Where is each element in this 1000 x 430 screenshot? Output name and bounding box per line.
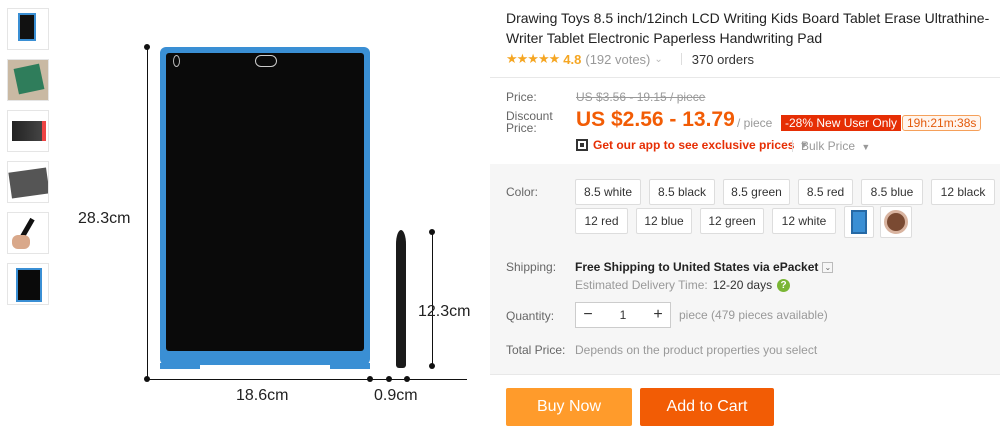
thumbnail-6[interactable] bbox=[7, 263, 49, 305]
quantity-label: Quantity: bbox=[506, 309, 555, 323]
photo-swatch-icon bbox=[884, 210, 908, 234]
quantity-input[interactable] bbox=[600, 303, 646, 327]
color-option[interactable]: 8.5 white bbox=[575, 179, 641, 205]
caret-down-icon: ▼ bbox=[861, 142, 871, 152]
total-price-label: Total Price: bbox=[506, 343, 566, 357]
minus-icon[interactable]: − bbox=[576, 306, 600, 324]
product-detail-panel: Drawing Toys 8.5 inch/12inch LCD Writing… bbox=[490, 0, 1000, 430]
chevron-down-icon: ⌄ bbox=[822, 261, 834, 273]
divider bbox=[490, 374, 1000, 375]
color-option[interactable]: 12 blue bbox=[636, 208, 692, 234]
dimension-dot bbox=[429, 229, 435, 235]
countdown-timer: 19h:21m:38s bbox=[902, 115, 982, 131]
quantity-available: piece (479 pieces available) bbox=[679, 308, 828, 322]
discount-price: US $2.56 - 13.79 bbox=[576, 108, 735, 131]
stylus-pen bbox=[396, 230, 406, 368]
shipping-label: Shipping: bbox=[506, 260, 557, 274]
color-swatch-photo[interactable] bbox=[880, 206, 912, 238]
tablet-foot bbox=[160, 363, 200, 369]
bulk-price-text: Bulk Price bbox=[801, 139, 856, 153]
color-option[interactable]: 8.5 blue bbox=[861, 179, 923, 205]
product-properties: Color: 8.5 white 8.5 black 8.5 green 8.5… bbox=[490, 164, 1000, 374]
star-rating-icon: ★★★★★ bbox=[506, 51, 560, 66]
price-unit: / piece bbox=[737, 116, 773, 130]
chevron-down-icon[interactable]: ⌄ bbox=[654, 54, 662, 65]
divider bbox=[792, 140, 793, 152]
thumbnail-4[interactable] bbox=[7, 161, 49, 203]
dimension-dot bbox=[367, 376, 373, 382]
color-option[interactable]: 12 green bbox=[700, 208, 764, 234]
estimated-delivery: Estimated Delivery Time: 12-20 days ? bbox=[575, 278, 791, 292]
shipping-method-text: Free Shipping to United States via ePack… bbox=[575, 260, 819, 274]
delivery-days: 12-20 days bbox=[712, 278, 773, 292]
color-label: Color: bbox=[506, 185, 539, 199]
qr-code-icon bbox=[576, 139, 588, 151]
rating-score: 4.8 bbox=[563, 51, 582, 67]
discount-price-label: Discount Price: bbox=[506, 109, 553, 135]
pen-length-label: 12.3cm bbox=[418, 303, 471, 320]
thumbnail-gallery bbox=[7, 8, 51, 314]
dimension-dot bbox=[386, 376, 392, 382]
estimated-delivery-label: Estimated Delivery Time: bbox=[575, 278, 708, 292]
width-dimension-line bbox=[147, 379, 467, 380]
total-price-note: Depends on the product properties you se… bbox=[575, 343, 818, 357]
color-option[interactable]: 8.5 red bbox=[798, 179, 853, 205]
tablet-foot bbox=[330, 363, 370, 369]
buy-now-button[interactable]: Buy Now bbox=[506, 388, 632, 426]
color-option[interactable]: 8.5 green bbox=[723, 179, 790, 205]
color-swatch-blue-tablet[interactable] bbox=[844, 206, 874, 238]
price-label: Price: bbox=[506, 90, 537, 104]
tablet-erase-icon bbox=[255, 55, 277, 67]
thumbnail-1[interactable] bbox=[7, 8, 49, 50]
price-section: Price: US $3.56 - 19.15 / piece Discount… bbox=[490, 78, 1000, 164]
divider bbox=[680, 53, 682, 65]
color-option[interactable]: 12 white bbox=[772, 208, 836, 234]
thumbnail-5[interactable] bbox=[7, 212, 49, 254]
orders-count: 370 orders bbox=[691, 51, 754, 67]
original-price: US $3.56 - 19.15 / piece bbox=[576, 90, 706, 104]
tablet-screen bbox=[166, 53, 364, 351]
lcd-tablet bbox=[160, 47, 370, 369]
blue-tablet-icon bbox=[851, 210, 867, 234]
quantity-stepper: − + bbox=[575, 302, 671, 328]
dimension-dot bbox=[144, 44, 150, 50]
app-price-link[interactable]: Get our app to see exclusive prices ▼ bbox=[576, 138, 808, 152]
add-to-cart-button[interactable]: Add to Cart bbox=[640, 388, 774, 426]
rating-votes[interactable]: (192 votes) bbox=[585, 52, 650, 67]
dimension-dot bbox=[404, 376, 410, 382]
dimension-dot bbox=[429, 363, 435, 369]
height-label: 28.3cm bbox=[78, 210, 131, 227]
dimension-dot bbox=[144, 376, 150, 382]
product-title: Drawing Toys 8.5 inch/12inch LCD Writing… bbox=[506, 10, 990, 46]
bulk-price-link[interactable]: Bulk Price ▼ bbox=[801, 139, 870, 153]
tablet-lock-icon bbox=[173, 55, 180, 67]
thumbnail-2[interactable] bbox=[7, 59, 49, 101]
rating-row: ★★★★★ 4.8 (192 votes) ⌄ 370 orders bbox=[506, 51, 754, 67]
pen-width-label: 0.9cm bbox=[374, 387, 418, 404]
color-option[interactable]: 12 red bbox=[575, 208, 628, 234]
color-option[interactable]: 8.5 black bbox=[649, 179, 715, 205]
shipping-method[interactable]: Free Shipping to United States via ePack… bbox=[575, 260, 834, 274]
pen-dimension-line bbox=[432, 232, 433, 366]
plus-icon[interactable]: + bbox=[646, 306, 670, 324]
height-dimension-line bbox=[147, 47, 148, 380]
help-icon[interactable]: ? bbox=[777, 278, 791, 292]
app-link-text: Get our app to see exclusive prices bbox=[593, 138, 795, 152]
width-label: 18.6cm bbox=[236, 387, 289, 404]
thumbnail-3[interactable] bbox=[7, 110, 49, 152]
color-option[interactable]: 12 black bbox=[931, 179, 995, 205]
new-user-badge: -28% New User Only bbox=[781, 115, 902, 131]
